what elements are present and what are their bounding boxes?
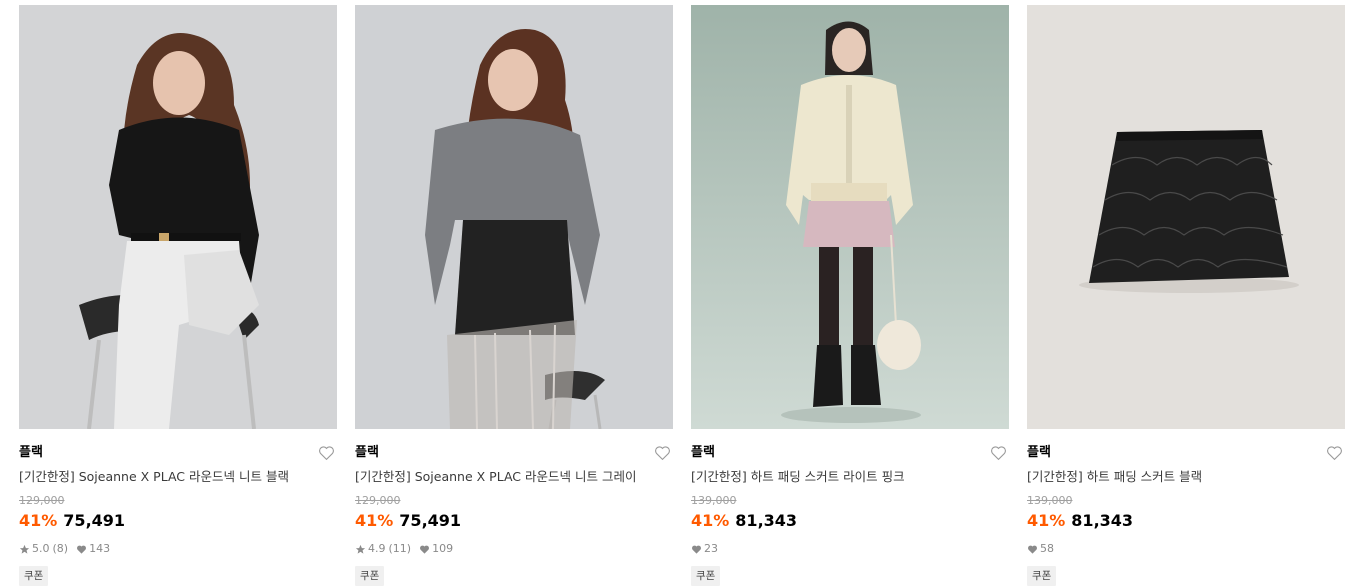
product-title[interactable]: [기간한정] 하트 패딩 스커트 라이트 핑크 [691, 469, 905, 485]
rating-likes-row: 4.9 (11) 109 [355, 542, 453, 556]
discount-rate: 41% [355, 511, 394, 530]
coupon-badge: 쿠폰 [1027, 566, 1057, 586]
rating-likes-row: 58 [1027, 542, 1054, 556]
product-card[interactable]: 플랙 [기간한정] 하트 패딩 스커트 라이트 핑크 139,000 41% 81… [691, 5, 1009, 586]
product-title[interactable]: [기간한정] 하트 패딩 스커트 블랙 [1027, 469, 1202, 485]
heart-icon [419, 544, 430, 555]
brand-name[interactable]: 플랙 [1027, 445, 1051, 461]
star-icon [19, 544, 30, 555]
price-row: 41% 75,491 [19, 511, 125, 531]
price-row: 41% 81,343 [1027, 511, 1133, 531]
product-card[interactable]: 플랙 [기간한정] Sojeanne X PLAC 라운드넥 니트 그레이 12… [355, 5, 673, 586]
price-row: 41% 81,343 [691, 511, 797, 531]
heart-icon [1027, 544, 1038, 555]
like-count: 143 [89, 542, 111, 555]
price-row: 41% 75,491 [355, 511, 461, 531]
product-title[interactable]: [기간한정] Sojeanne X PLAC 라운드넥 니트 그레이 [355, 469, 636, 485]
star-icon [355, 544, 366, 555]
discount-rate: 41% [19, 511, 58, 530]
original-price: 139,000 [691, 494, 737, 507]
review-count: (8) [52, 542, 69, 555]
original-price: 139,000 [1027, 494, 1073, 507]
sale-price: 81,343 [735, 511, 798, 530]
product-image[interactable] [691, 5, 1009, 429]
product-card[interactable]: 플랙 [기간한정] 하트 패딩 스커트 블랙 139,000 41% 81,343… [1027, 5, 1345, 586]
discount-rate: 41% [1027, 511, 1066, 530]
like-count: 23 [704, 542, 718, 555]
heart-outline-icon[interactable] [318, 445, 335, 461]
coupon-badge: 쿠폰 [355, 566, 385, 586]
heart-outline-icon[interactable] [1326, 445, 1343, 461]
rating-likes-row: 5.0 (8) 143 [19, 542, 110, 556]
product-card[interactable]: 플랙 [기간한정] Sojeanne X PLAC 라운드넥 니트 블랙 129… [19, 5, 337, 586]
heart-outline-icon[interactable] [990, 445, 1007, 461]
sale-price: 81,343 [1071, 511, 1134, 530]
like-count: 109 [432, 542, 454, 555]
heart-icon [691, 544, 702, 555]
review-count: (11) [388, 542, 412, 555]
product-image[interactable] [19, 5, 337, 429]
rating-value: 4.9 [368, 542, 386, 555]
sale-price: 75,491 [399, 511, 462, 530]
product-image[interactable] [355, 5, 673, 429]
rating-likes-row: 23 [691, 542, 718, 556]
brand-name[interactable]: 플랙 [355, 445, 379, 461]
discount-rate: 41% [691, 511, 730, 530]
original-price: 129,000 [355, 494, 401, 507]
heart-outline-icon[interactable] [654, 445, 671, 461]
rating-value: 5.0 [32, 542, 50, 555]
coupon-badge: 쿠폰 [691, 566, 721, 586]
sale-price: 75,491 [63, 511, 126, 530]
original-price: 129,000 [19, 494, 65, 507]
brand-name[interactable]: 플랙 [19, 445, 43, 461]
heart-icon [76, 544, 87, 555]
product-title[interactable]: [기간한정] Sojeanne X PLAC 라운드넥 니트 블랙 [19, 469, 289, 485]
brand-name[interactable]: 플랙 [691, 445, 715, 461]
coupon-badge: 쿠폰 [19, 566, 49, 586]
like-count: 58 [1040, 542, 1054, 555]
product-image[interactable] [1027, 5, 1345, 429]
